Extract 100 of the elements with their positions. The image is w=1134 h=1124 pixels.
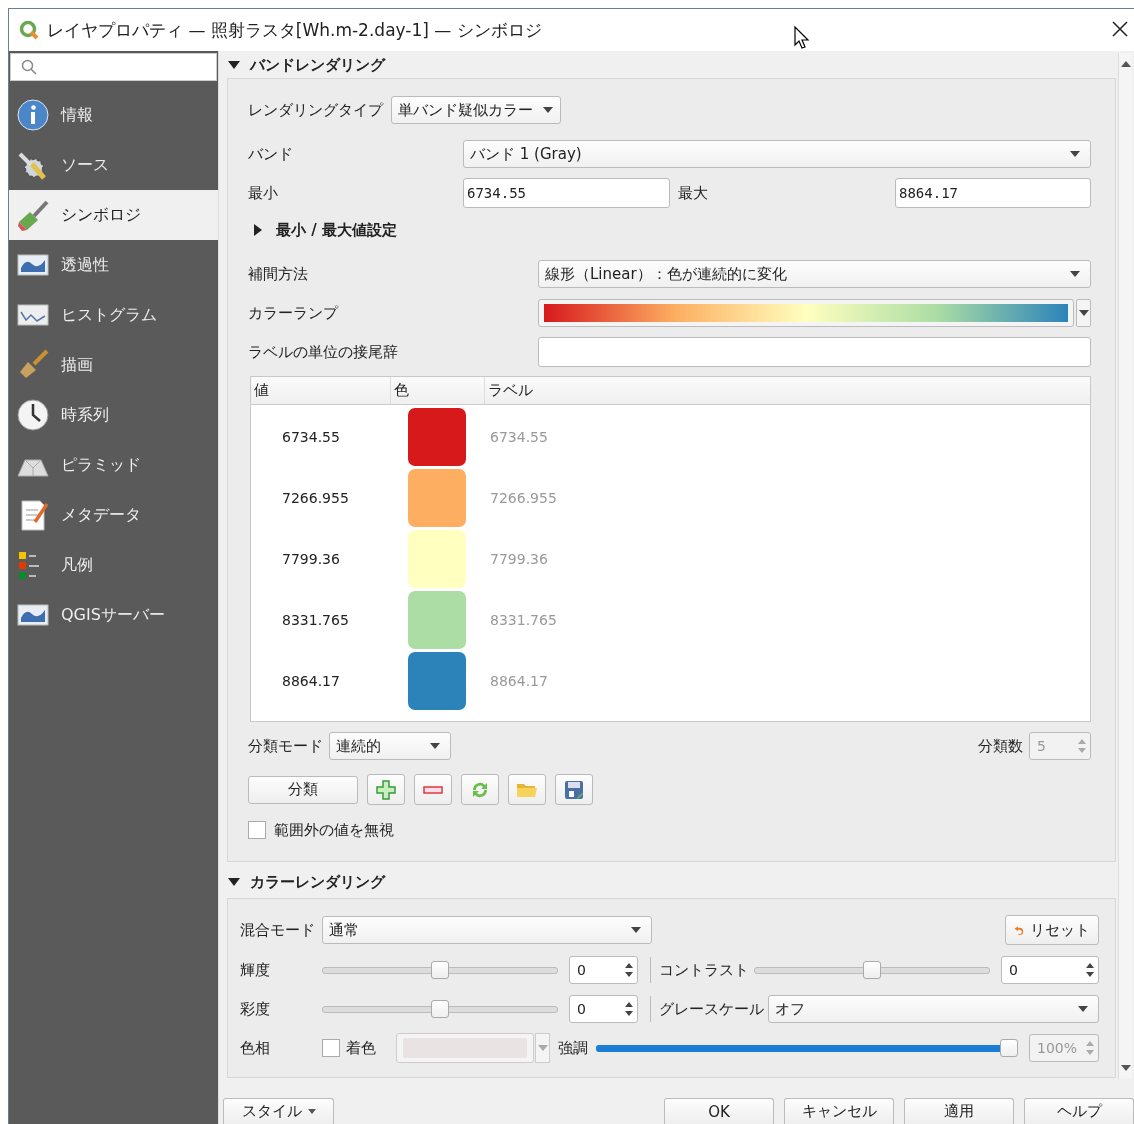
caret-icon	[1078, 1006, 1088, 1012]
caret-icon	[631, 927, 641, 933]
plus-icon	[376, 779, 396, 800]
reset-button[interactable]: リセット	[1005, 915, 1099, 945]
brightness-slider[interactable]	[322, 960, 558, 980]
grayscale-dropdown[interactable]: オフ	[768, 995, 1099, 1023]
dialog-button[interactable]: キャンセル	[784, 1098, 894, 1124]
field-label: 最大	[677, 183, 709, 203]
field-label: グレースケール	[658, 999, 765, 1019]
save-button[interactable]	[555, 774, 593, 805]
sidebar-item[interactable]: ピラミッド	[9, 440, 218, 490]
label-cell-text: 7266.955	[489, 489, 557, 506]
suffix-field[interactable]	[538, 337, 1091, 367]
contrast-spinbox[interactable]: 0	[1001, 956, 1099, 984]
sidebar-item[interactable]: 凡例	[9, 540, 218, 590]
sidebar-item[interactable]: 情報	[9, 90, 218, 140]
band-dropdown[interactable]: バンド 1 (Gray)	[463, 140, 1091, 168]
remove-class-button[interactable]	[414, 774, 452, 805]
field-label: 混合モード	[240, 920, 316, 940]
saturation-spinbox[interactable]: 0	[569, 995, 638, 1023]
brightness-spinbox[interactable]: 0	[569, 956, 638, 984]
color-swatch[interactable]	[408, 529, 466, 588]
caret-icon	[307, 1109, 316, 1114]
checkbox[interactable]	[322, 1039, 340, 1057]
min-field[interactable]: 6734.55	[463, 178, 670, 208]
ramp-menu-button[interactable]	[1076, 299, 1091, 327]
section-header[interactable]: バンドレンダリング	[219, 52, 1118, 78]
field-label: 分類モード	[248, 736, 323, 756]
spin-arrows-icon	[624, 962, 634, 978]
color-ramp-button[interactable]	[538, 299, 1074, 327]
caret-icon	[537, 1045, 548, 1051]
spin-arrows-icon	[624, 1001, 634, 1017]
add-class-button[interactable]	[367, 774, 405, 805]
field-label: 強調	[558, 1038, 588, 1058]
slider-handle[interactable]	[863, 961, 881, 979]
search-icon	[21, 59, 37, 75]
style-menu-button[interactable]: スタイル	[223, 1098, 334, 1124]
checkbox[interactable]	[248, 821, 266, 839]
color-swatch[interactable]	[408, 407, 466, 466]
scroll-down-icon[interactable]	[1120, 1065, 1131, 1072]
label-cell-text: 8864.17	[489, 672, 548, 689]
value-cell-text: 8331.765	[281, 611, 350, 628]
minmax-section-header[interactable]: 最小 / 最大値設定	[248, 217, 1091, 243]
max-field[interactable]: 8864.17	[895, 178, 1091, 208]
window-title: レイヤプロパティ — 照射ラスタ[Wh.m-2.day-1] — シンボロジ	[47, 18, 542, 42]
blend-mode-dropdown[interactable]: 通常	[322, 916, 652, 944]
paintbrush-icon	[16, 198, 50, 232]
column-header[interactable]: ラベル	[485, 377, 1090, 404]
spin-arrows-icon	[1077, 738, 1087, 754]
search-field[interactable]	[10, 53, 217, 81]
label-cell-text: 6734.55	[489, 428, 548, 445]
contrast-slider[interactable]	[754, 960, 990, 980]
section-header[interactable]: カラーレンダリング	[219, 866, 1118, 898]
clock-icon	[16, 398, 50, 432]
sidebar-item[interactable]: 描画	[9, 340, 218, 390]
scroll-up-icon[interactable]	[1120, 61, 1131, 67]
render-type-dropdown[interactable]: 単バンド疑似カラー	[391, 96, 561, 124]
slider-handle[interactable]	[431, 961, 449, 979]
sidebar-item[interactable]: ヒストグラム	[9, 290, 218, 340]
spin-arrows-icon	[1085, 1040, 1095, 1056]
mode-dropdown[interactable]: 連続的	[329, 732, 451, 760]
label-cell-text: 8331.765	[489, 611, 557, 628]
slider-handle[interactable]	[431, 1000, 449, 1018]
color-button[interactable]	[396, 1033, 534, 1063]
checkbox-label: 着色	[346, 1038, 377, 1058]
column-header[interactable]: 色	[391, 377, 485, 404]
field-label: 輝度	[240, 960, 271, 980]
caret-icon	[1070, 151, 1080, 157]
field-label: ラベルの単位の接尾辞	[248, 342, 399, 362]
slider-handle[interactable]	[1000, 1039, 1018, 1057]
interpolation-dropdown[interactable]: 線形（Linear）：色が連続的に変化	[538, 260, 1091, 288]
color-swatch[interactable]	[408, 590, 466, 649]
reverse-button[interactable]	[461, 774, 499, 805]
sidebar-item[interactable]: ソース	[9, 140, 218, 190]
strength-slider[interactable]	[596, 1038, 1018, 1058]
sidebar-item[interactable]: メタデータ	[9, 490, 218, 540]
field-label: 分類数	[978, 736, 1023, 756]
scrollbar[interactable]	[1118, 53, 1132, 1080]
color-swatch[interactable]	[408, 468, 466, 527]
sidebar-item[interactable]: 時系列	[9, 390, 218, 440]
caret-icon	[1070, 271, 1080, 277]
load-button[interactable]	[508, 774, 546, 805]
field-label: 最小	[248, 183, 279, 203]
column-header[interactable]: 値	[251, 377, 391, 404]
color-menu-button[interactable]	[535, 1033, 550, 1063]
field-label: コントラスト	[658, 960, 750, 980]
sidebar-item[interactable]: シンボロジ	[9, 190, 218, 240]
dialog-button[interactable]: ヘルプ	[1024, 1098, 1134, 1124]
sidebar-item[interactable]: 透過性	[9, 240, 218, 290]
classify-button[interactable]: 分類	[248, 775, 358, 804]
field-label: 彩度	[240, 999, 271, 1019]
close-icon[interactable]	[1112, 21, 1128, 37]
color-swatch[interactable]	[408, 651, 466, 710]
app-logo-icon	[19, 20, 39, 40]
saturation-slider[interactable]	[322, 999, 558, 1019]
dialog-button[interactable]: OK	[664, 1098, 774, 1124]
sidebar-item[interactable]: QGISサーバー	[9, 590, 218, 640]
label-cell-text: 7799.36	[489, 550, 548, 567]
info-icon	[16, 98, 50, 132]
dialog-button[interactable]: 適用	[904, 1098, 1014, 1124]
